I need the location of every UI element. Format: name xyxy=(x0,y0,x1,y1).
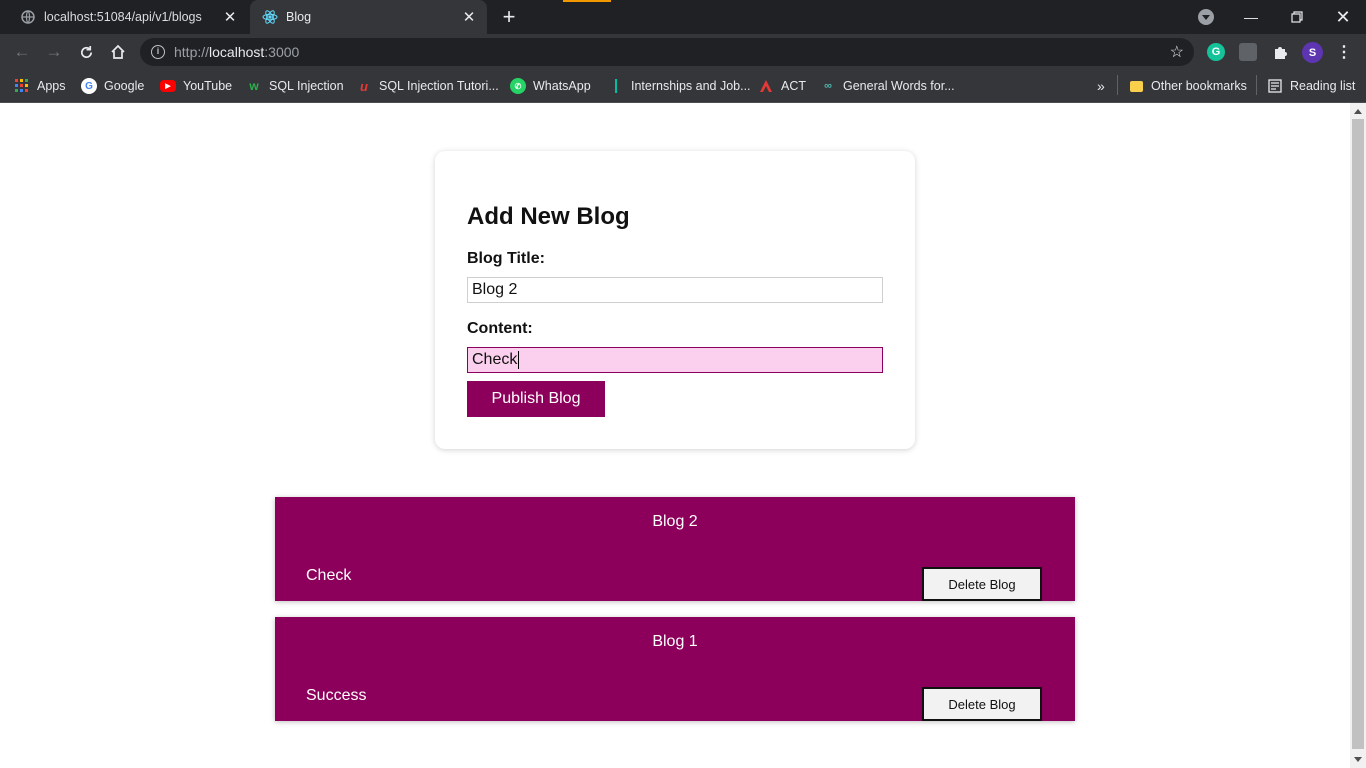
bookmark-apps[interactable]: Apps xyxy=(14,77,66,95)
tab-title: localhost:51084/api/v1/blogs xyxy=(44,10,202,24)
menu-kebab-icon[interactable]: ⋮ xyxy=(1335,43,1353,61)
blog-title: Blog 1 xyxy=(652,633,698,650)
media-indicator xyxy=(563,0,611,2)
react-logo-icon xyxy=(262,9,278,25)
tab-title: Blog xyxy=(286,10,312,24)
content-input[interactable]: Check xyxy=(467,347,883,373)
minimize-icon[interactable]: — xyxy=(1228,0,1274,34)
browser-toolbar: ← → i http://localhost:3000 ☆ G S ⋮ xyxy=(0,34,1366,70)
close-window-icon[interactable]: ✕ xyxy=(1320,0,1366,34)
bookmarks-overflow-chevron-icon[interactable]: » xyxy=(1097,77,1105,95)
blog-title-label: Blog Title: xyxy=(467,250,545,267)
address-bar[interactable]: i http://localhost:3000 ☆ xyxy=(140,38,1194,66)
create-blog-card: Add New Blog Blog Title: Blog 2 Content:… xyxy=(435,151,915,449)
scroll-down-arrow-icon[interactable] xyxy=(1354,757,1362,762)
tab-strip: localhost:51084/api/v1/blogs ✕ Blog ✕ + … xyxy=(0,0,1366,34)
back-arrow-icon[interactable]: ← xyxy=(10,40,34,64)
bookmarks-divider xyxy=(1256,75,1257,95)
whatsapp-icon: ✆ xyxy=(510,78,526,94)
delete-blog-button[interactable]: Delete Blog xyxy=(922,567,1042,601)
pdf-extension-icon[interactable] xyxy=(1239,43,1257,61)
bookmark-whatsapp[interactable]: ✆ WhatsApp xyxy=(510,77,591,95)
site-info-icon[interactable]: i xyxy=(151,45,165,59)
page-title: Add New Blog xyxy=(467,203,630,230)
bookmark-google[interactable]: G Google xyxy=(81,77,144,95)
tab-blog[interactable]: Blog ✕ xyxy=(250,0,487,34)
bookmarks-bar: Apps G Google ▶ YouTube w SQL Injection … xyxy=(0,70,1366,103)
reading-list[interactable]: Reading list xyxy=(1267,77,1355,95)
bookmark-sql-injection-tutorial[interactable]: u SQL Injection Tutori... xyxy=(356,77,499,95)
extensions-puzzle-icon[interactable] xyxy=(1271,43,1289,61)
reading-list-icon xyxy=(1267,78,1283,94)
close-tab-icon[interactable]: ✕ xyxy=(220,7,240,27)
restore-icon[interactable] xyxy=(1274,0,1320,34)
w-logo-icon: w xyxy=(249,79,259,93)
scroll-up-arrow-icon[interactable] xyxy=(1354,109,1362,114)
text-caret xyxy=(518,350,520,369)
bookmark-general-words[interactable]: ∞ General Words for... xyxy=(820,77,955,95)
forward-arrow-icon[interactable]: → xyxy=(42,40,66,64)
apps-grid-icon xyxy=(14,78,30,94)
close-tab-icon[interactable]: ✕ xyxy=(459,7,479,27)
bookmarks-divider xyxy=(1117,75,1118,95)
bookmark-sql-injection[interactable]: w SQL Injection xyxy=(246,77,343,95)
tab-api-blogs[interactable]: localhost:51084/api/v1/blogs ✕ xyxy=(8,0,248,34)
bookmark-internships[interactable]: Internships and Job... xyxy=(608,77,751,95)
blog-title: Blog 2 xyxy=(652,513,698,530)
publish-blog-button[interactable]: Publish Blog xyxy=(467,381,605,417)
other-bookmarks-folder[interactable]: Other bookmarks xyxy=(1128,77,1247,95)
delete-blog-button[interactable]: Delete Blog xyxy=(922,687,1042,721)
bookmark-act[interactable]: ACT xyxy=(758,77,806,95)
blog-card: Blog 2 Check Delete Blog xyxy=(275,497,1075,601)
youtube-icon: ▶ xyxy=(160,80,176,92)
bar-icon xyxy=(608,78,624,94)
blog-content: Success xyxy=(306,687,367,704)
blog-card: Blog 1 Success Delete Blog xyxy=(275,617,1075,721)
scrollbar-thumb[interactable] xyxy=(1352,119,1364,749)
page-scrollbar[interactable] xyxy=(1350,103,1366,768)
page-viewport: Add New Blog Blog Title: Blog 2 Content:… xyxy=(0,103,1350,768)
grammarly-icon[interactable]: G xyxy=(1207,43,1225,61)
bookmark-star-icon[interactable]: ☆ xyxy=(1170,42,1184,62)
google-icon: G xyxy=(81,78,97,94)
blog-content: Check xyxy=(306,567,352,584)
act-icon xyxy=(758,78,774,94)
home-icon[interactable] xyxy=(106,40,130,64)
bookmark-youtube[interactable]: ▶ YouTube xyxy=(160,77,232,95)
profile-avatar[interactable]: S xyxy=(1302,42,1323,63)
reload-icon[interactable] xyxy=(74,40,98,64)
new-tab-plus-icon[interactable]: + xyxy=(498,6,520,29)
globe-icon xyxy=(20,9,36,25)
content-label: Content: xyxy=(467,320,533,337)
u-logo-icon: u xyxy=(360,78,368,94)
tab-search-icon[interactable] xyxy=(1198,9,1214,25)
folder-icon xyxy=(1128,78,1144,94)
url-text: http://localhost:3000 xyxy=(174,44,300,60)
blog-title-input[interactable]: Blog 2 xyxy=(467,277,883,303)
link-icon: ∞ xyxy=(824,80,832,92)
